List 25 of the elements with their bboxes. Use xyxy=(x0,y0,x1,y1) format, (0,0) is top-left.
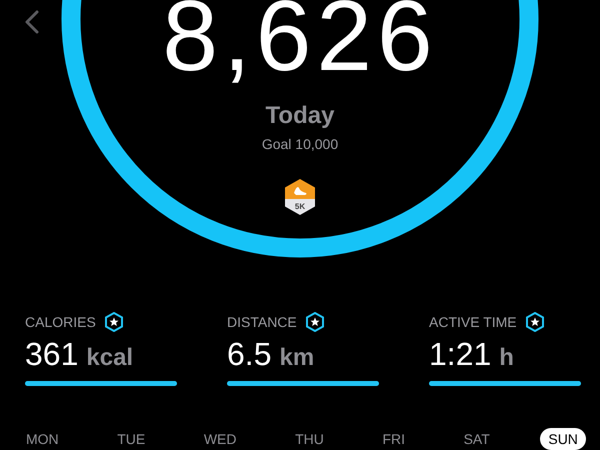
day-tab[interactable]: TUE xyxy=(109,428,154,450)
stat-unit: km xyxy=(279,344,314,372)
period-label: Today xyxy=(266,102,334,130)
stat-value: 361 xyxy=(25,336,78,373)
goal-text: Goal 10,000 xyxy=(262,136,338,152)
stat-label: DISTANCE xyxy=(227,314,297,330)
back-icon[interactable] xyxy=(24,10,40,34)
star-badge-icon xyxy=(524,312,545,332)
step-count: 8,626 xyxy=(162,0,438,86)
badge-label: 5K xyxy=(294,202,306,211)
day-tab[interactable]: THU xyxy=(287,428,332,450)
stat-unit: h xyxy=(499,344,514,372)
stat-label: CALORIES xyxy=(25,314,96,330)
day-tab[interactable]: MON xyxy=(18,428,67,450)
day-tab[interactable]: FRI xyxy=(374,428,413,450)
star-badge-icon xyxy=(104,312,124,332)
stat-value: 6.5 xyxy=(227,336,272,373)
star-badge-icon xyxy=(304,312,325,332)
day-tab[interactable]: WED xyxy=(196,428,244,450)
achievement-badge[interactable]: 5K xyxy=(283,178,317,216)
stat-unit: kcal xyxy=(86,344,134,372)
day-tab[interactable]: SUN xyxy=(540,428,586,450)
stat-value: 1:21 xyxy=(429,336,492,373)
day-tab[interactable]: SAT xyxy=(456,428,498,450)
stat-label: ACTIVE TIME xyxy=(429,314,517,330)
